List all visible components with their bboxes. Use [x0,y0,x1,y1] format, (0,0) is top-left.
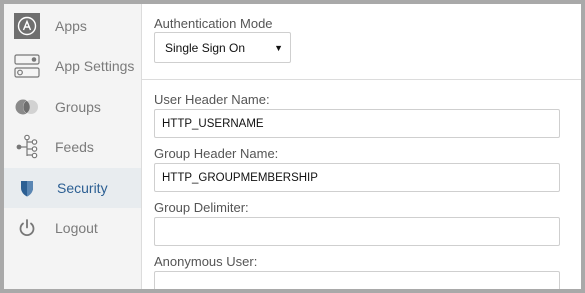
group-delimiter-label: Group Delimiter: [154,200,249,215]
user-header-name-input[interactable] [154,109,560,138]
group-delimiter-input[interactable] [154,217,560,246]
group-header-name-label: Group Header Name: [154,146,279,161]
sidebar-item-label: Logout [55,220,98,236]
sidebar: Apps App Settings Groups Feeds Security … [4,4,142,289]
apps-icon [14,13,40,39]
sidebar-item-apps[interactable]: Apps [4,6,141,46]
groups-circles-icon [14,94,40,120]
user-header-name-label: User Header Name: [154,92,270,107]
authentication-mode-label: Authentication Mode [154,16,273,31]
app-window: Apps App Settings Groups Feeds Security … [4,4,581,289]
sidebar-item-label: Groups [55,99,101,115]
section-divider [142,79,581,80]
anonymous-user-label: Anonymous User: [154,254,258,269]
sidebar-item-logout[interactable]: Logout [4,208,141,248]
feeds-tree-icon [14,134,40,160]
sidebar-item-feeds[interactable]: Feeds [4,127,141,167]
shield-icon [14,175,40,201]
anonymous-user-input[interactable] [154,271,560,289]
toggle-switches-icon [14,53,40,79]
security-settings-panel: Authentication Mode Single Sign On ▼ Use… [142,4,581,289]
sidebar-item-label: Apps [55,18,87,34]
sidebar-item-label: Security [57,180,108,196]
sidebar-item-groups[interactable]: Groups [4,87,141,127]
sidebar-item-label: App Settings [55,58,135,74]
sidebar-item-app-settings[interactable]: App Settings [4,46,141,86]
authentication-mode-select[interactable]: Single Sign On ▼ [154,32,291,63]
power-icon [14,215,40,241]
sidebar-item-label: Feeds [55,139,94,155]
authentication-mode-value: Single Sign On [165,40,246,55]
sidebar-item-security[interactable]: Security [4,168,141,208]
group-header-name-input[interactable] [154,163,560,192]
dropdown-arrow-icon: ▼ [274,42,283,53]
